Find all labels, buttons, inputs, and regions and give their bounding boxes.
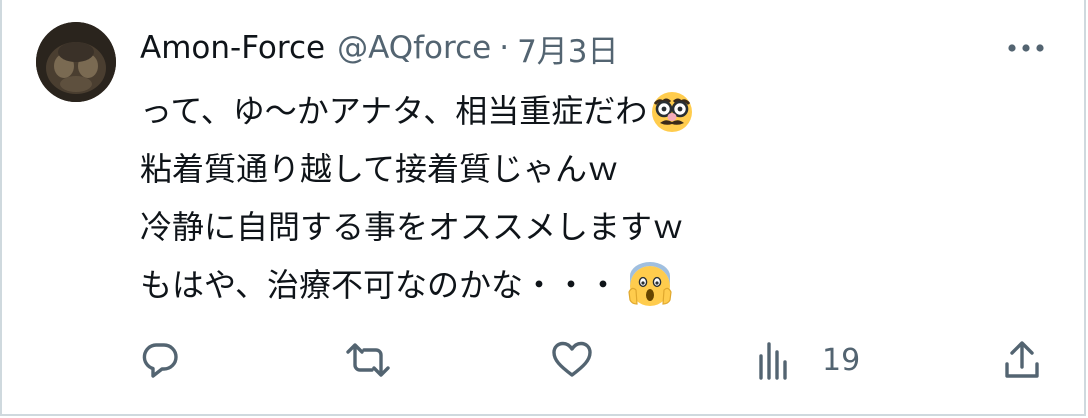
tweet-line-text: 冷静に自問する事をオススメしますｗ	[140, 208, 685, 246]
like-icon	[552, 341, 592, 377]
reply-button[interactable]	[138, 338, 182, 382]
tweet-header: Amon-Force @AQforce · 7月3日	[140, 26, 619, 70]
share-button[interactable]	[1000, 338, 1044, 382]
tweet-line: 粘着質通り越して接着質じゃんｗ	[140, 140, 695, 198]
avatar-image	[36, 22, 116, 102]
tweet-line-text: 粘着質通り越して接着質じゃんｗ	[140, 150, 620, 188]
more-dots-icon	[1008, 44, 1044, 52]
views-button[interactable]: 19	[756, 338, 860, 382]
views-count: 19	[822, 342, 861, 378]
retweet-icon	[346, 343, 390, 377]
tweet-line-text: もはや、治療不可なのかな・・・	[140, 266, 620, 304]
tweet-date[interactable]: 7月3日	[517, 26, 618, 71]
display-name[interactable]: Amon-Force	[140, 30, 325, 66]
user-handle[interactable]: @AQforce	[337, 30, 491, 66]
tweet-text: って、ゆ〜かアナタ、相当重症だわ 粘着質通り越して接着質じゃんｗ 冷静に自問する…	[140, 82, 695, 314]
header-separator: ·	[499, 30, 510, 66]
action-bar: 19	[2, 330, 1088, 390]
more-options-button[interactable]	[1004, 33, 1048, 63]
tweet-line: もはや、治療不可なのかな・・・	[140, 256, 695, 314]
share-icon	[1005, 341, 1039, 378]
disguised-face-emoji	[649, 88, 695, 134]
tweet-line-text: って、ゆ〜かアナタ、相当重症だわ	[140, 92, 648, 130]
screaming-face-emoji	[627, 262, 673, 308]
views-icon	[759, 342, 787, 380]
tweet-line: 冷静に自問する事をオススメしますｗ	[140, 198, 695, 256]
avatar[interactable]	[36, 22, 116, 102]
tweet-line: って、ゆ〜かアナタ、相当重症だわ	[140, 82, 695, 140]
reply-icon	[142, 343, 178, 378]
like-button[interactable]	[550, 338, 594, 382]
retweet-button[interactable]	[344, 338, 392, 382]
tweet-card: Amon-Force @AQforce · 7月3日 って、ゆ〜かアナタ、相当重…	[0, 0, 1086, 416]
